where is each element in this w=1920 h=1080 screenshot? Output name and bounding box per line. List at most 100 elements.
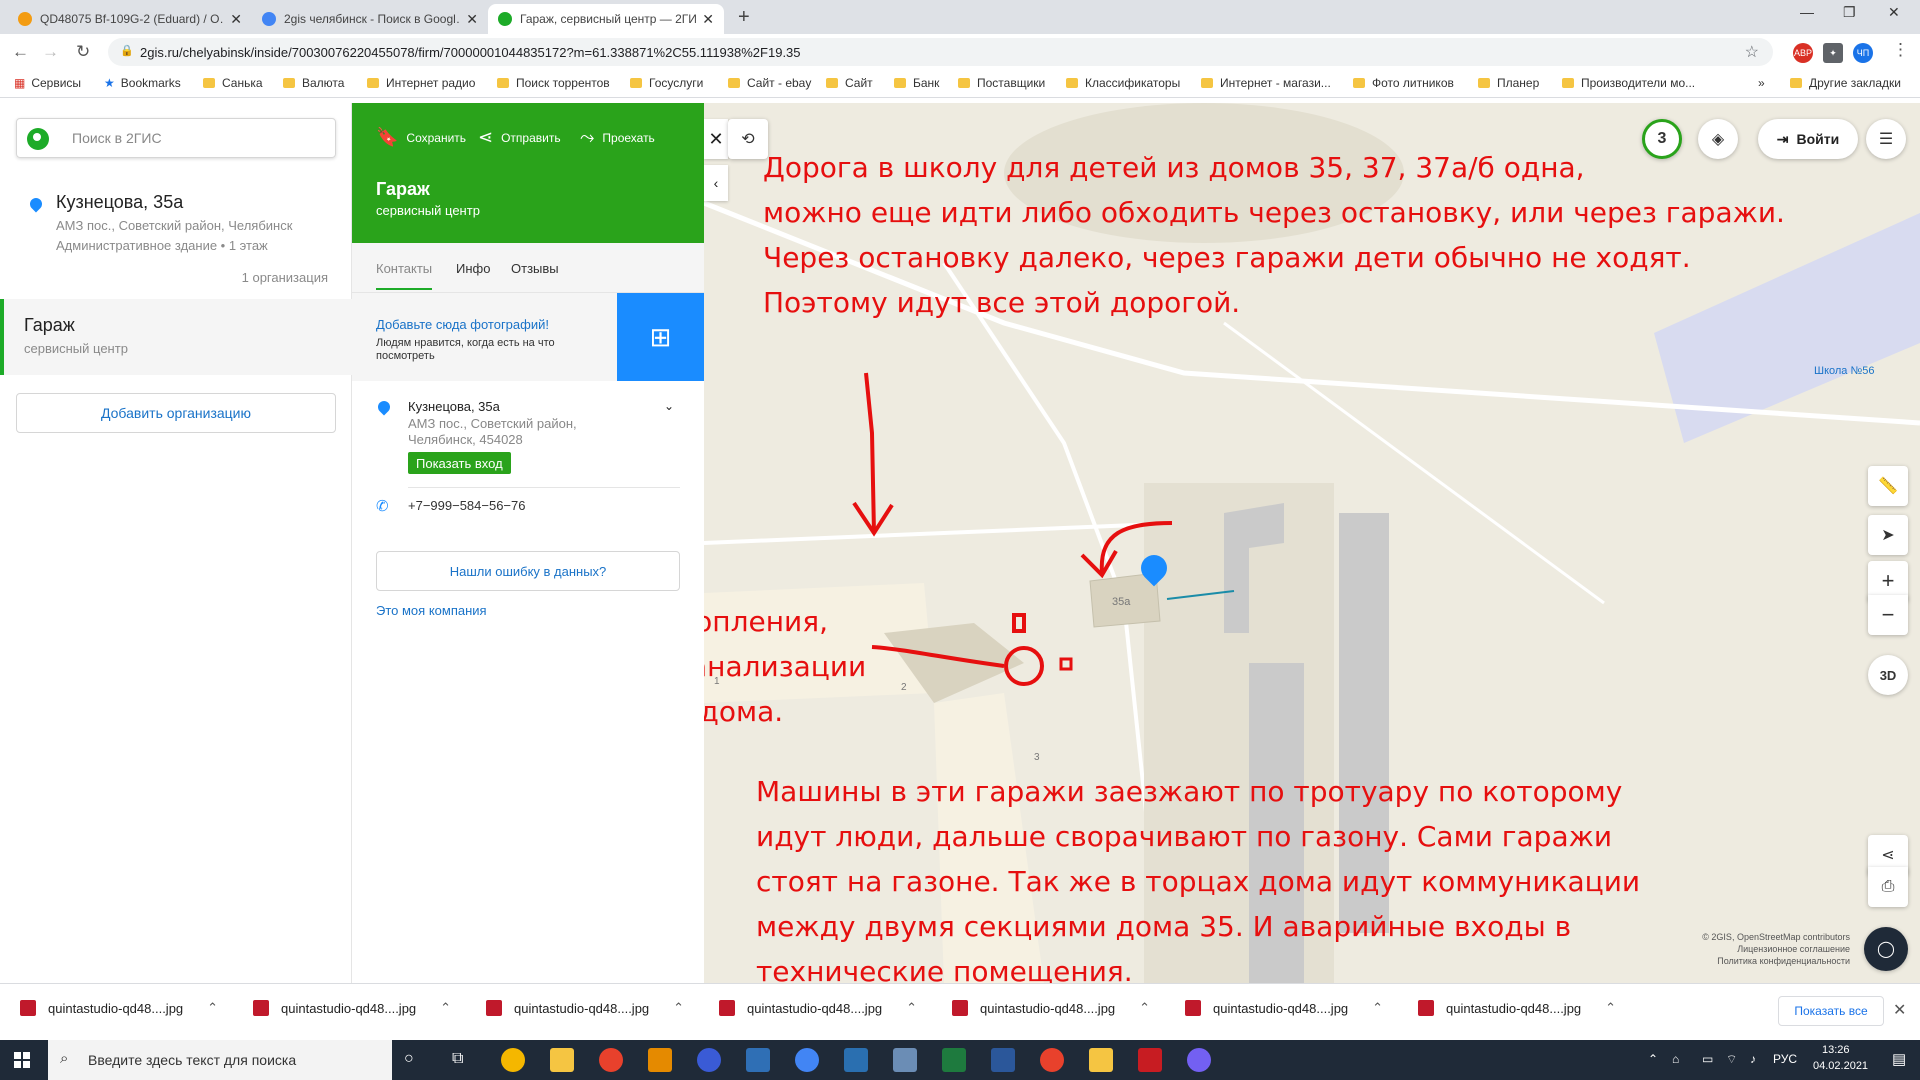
bookmarks-overflow-icon[interactable]: » (1758, 76, 1765, 90)
adblock-extension-icon[interactable]: ABP (1793, 43, 1813, 63)
bookmark-folder[interactable]: Производители мо... (1562, 76, 1695, 90)
tray-overflow-icon[interactable]: ⌃ (1648, 1052, 1658, 1066)
restore-icon[interactable]: ❐ (1843, 4, 1856, 21)
chevron-up-icon[interactable]: ⌃ (673, 1000, 684, 1016)
search-input[interactable]: Поиск в 2ГИС (16, 118, 336, 158)
chrome-icon[interactable] (795, 1048, 819, 1072)
zoom-out-button[interactable]: − (1868, 595, 1908, 635)
battery-icon[interactable]: ▭ (1702, 1052, 1713, 1066)
save-button[interactable]: 🔖 Сохранить (376, 127, 466, 148)
bookmark-folder[interactable]: Санька (203, 76, 263, 90)
download-item[interactable]: quintastudio-qd48....jpg ⌃ (952, 1000, 1150, 1016)
volume-icon[interactable]: ♪ (1750, 1052, 1756, 1066)
word-icon[interactable] (991, 1048, 1015, 1072)
report-error-button[interactable]: Нашли ошибку в данных? (376, 551, 680, 591)
chevron-up-icon[interactable]: ⌃ (440, 1000, 451, 1016)
bookmark-star-icon[interactable]: ☆ (1745, 42, 1759, 62)
bookmark-folder[interactable]: Фото литников (1353, 76, 1454, 90)
close-shelf-icon[interactable]: ✕ (1893, 1000, 1906, 1020)
back-icon[interactable]: ← (12, 42, 29, 62)
reload-icon[interactable]: ↻ (76, 42, 90, 62)
collapse-panel-button[interactable]: ‹ (704, 165, 728, 201)
language-indicator[interactable]: РУС (1773, 1052, 1797, 1066)
bookmark-folder[interactable]: Планер (1478, 76, 1539, 90)
media-app-icon[interactable] (501, 1048, 525, 1072)
bookmark-item[interactable]: ★ Bookmarks (104, 76, 181, 90)
close-icon[interactable]: ✕ (230, 11, 242, 28)
clock-time[interactable]: 13:26 (1822, 1044, 1850, 1056)
chevron-up-icon[interactable]: ⌃ (207, 1000, 218, 1016)
geolocate-button[interactable]: ➤ (1868, 515, 1908, 555)
bookmark-folder[interactable]: Банк (894, 76, 939, 90)
menu-button[interactable]: ☰ (1866, 119, 1906, 159)
close-card-button[interactable]: ✕ (704, 119, 728, 159)
windows-start-icon[interactable] (14, 1052, 30, 1068)
profile-avatar[interactable]: ЧП (1853, 43, 1873, 63)
snipping-tool-icon[interactable] (746, 1048, 770, 1072)
acrobat-icon[interactable] (1138, 1048, 1162, 1072)
firm-phone[interactable]: +7−999−584−56−76 (408, 498, 526, 513)
bookmark-folder[interactable]: Интернет - магази... (1201, 76, 1331, 90)
address-bar[interactable]: 🔒 2gis.ru/chelyabinsk/inside/70030076220… (108, 38, 1773, 66)
download-item[interactable]: quintastudio-qd48....jpg ⌃ (486, 1000, 684, 1016)
menu-kebab-icon[interactable]: ⋮ (1892, 40, 1909, 60)
ruler-button[interactable]: 📏 (1868, 466, 1908, 506)
close-icon[interactable]: ✕ (466, 11, 478, 28)
license-link[interactable]: Лицензионное соглашение (1702, 943, 1850, 955)
bookmark-folder[interactable]: Сайт (826, 76, 873, 90)
show-entrance-button[interactable]: Показать вход (408, 452, 511, 474)
add-photo-link[interactable]: Добавьте сюда фотографий! (376, 317, 549, 332)
1c-app-icon[interactable] (599, 1048, 623, 1072)
extensions-puzzle-icon[interactable]: ✦ (1823, 43, 1843, 63)
security-app-icon[interactable] (697, 1048, 721, 1072)
add-photo-button[interactable]: ⊞ (617, 293, 704, 381)
browser-tab[interactable]: QD48075 Bf-109G-2 (Eduard) / O… ✕ (8, 4, 252, 34)
bookmark-folder[interactable]: Поиск торрентов (497, 76, 610, 90)
minimize-icon[interactable]: — (1800, 4, 1814, 20)
network-icon[interactable]: ⌂ (1672, 1052, 1679, 1066)
other-bookmarks[interactable]: Другие закладки (1790, 76, 1901, 90)
download-item[interactable]: quintastudio-qd48....jpg ⌃ (719, 1000, 917, 1016)
download-item[interactable]: quintastudio-qd48....jpg ⌃ (20, 1000, 218, 1016)
excel-icon[interactable] (942, 1048, 966, 1072)
new-tab-icon[interactable]: + (738, 6, 750, 29)
cortana-icon[interactable]: ○ (404, 1050, 414, 1068)
taskbar-search-input[interactable]: ⌕ Введите здесь текст для поиска (48, 1040, 392, 1080)
chevron-up-icon[interactable]: ⌃ (1605, 1000, 1616, 1016)
bookmark-folder[interactable]: Классификаторы (1066, 76, 1180, 90)
tab-reviews[interactable]: Отзывы (511, 261, 559, 276)
privacy-link[interactable]: Политика конфиденциальности (1702, 955, 1850, 967)
map-canvas[interactable]: ✕ ‹ ⟲ 3 ◈ ⇥ Войти ☰ Школа №56 35а 1 2 3 📏… (704, 103, 1920, 983)
show-all-downloads-button[interactable]: Показать все (1778, 996, 1884, 1026)
3d-toggle-button[interactable]: 3D (1868, 655, 1908, 695)
bookmark-folder[interactable]: Валюта (283, 76, 344, 90)
my-company-link[interactable]: Это моя компания (376, 603, 487, 618)
download-item[interactable]: quintastudio-qd48....jpg ⌃ (1185, 1000, 1383, 1016)
bookmark-folder[interactable]: Сайт - ebay (728, 76, 811, 90)
browser-tab-active[interactable]: Гараж, сервисный центр — 2ГИ… ✕ (488, 4, 724, 34)
chevron-up-icon[interactable]: ⌃ (906, 1000, 917, 1016)
wifi-icon[interactable]: ⌔ (1726, 1052, 1737, 1067)
download-item[interactable]: quintastudio-qd48....jpg ⌃ (253, 1000, 451, 1016)
download-item[interactable]: quintastudio-qd48....jpg ⌃ (1418, 1000, 1616, 1016)
route-button[interactable]: ⤳ Проехать (580, 127, 655, 148)
result-org-count[interactable]: 1 организация (242, 270, 328, 285)
bookmark-folder[interactable]: Госуслуги (630, 76, 703, 90)
1c-app-icon[interactable] (1040, 1048, 1064, 1072)
window-close-icon[interactable]: ✕ (1888, 4, 1900, 21)
chevron-down-icon[interactable]: ⌄ (664, 399, 674, 413)
clock-date[interactable]: 04.02.2021 (1813, 1060, 1868, 1072)
print-button[interactable]: ⎙ (1868, 867, 1908, 907)
batman-app-icon[interactable] (1089, 1048, 1113, 1072)
route-mode-button[interactable]: ⟲ (728, 119, 768, 159)
task-view-icon[interactable]: ⧉ (452, 1050, 463, 1068)
bookmark-folder[interactable]: Поставщики (958, 76, 1045, 90)
forward-icon[interactable]: → (42, 42, 59, 62)
bookmark-apps[interactable]: ▦ Сервисы (14, 76, 81, 90)
viber-icon[interactable] (1187, 1048, 1211, 1072)
calculator-app-icon[interactable] (893, 1048, 917, 1072)
tab-info[interactable]: Инфо (456, 261, 490, 276)
close-icon[interactable]: ✕ (702, 11, 714, 28)
app-icon[interactable] (648, 1048, 672, 1072)
notifications-icon[interactable]: ▤ (1892, 1050, 1906, 1068)
